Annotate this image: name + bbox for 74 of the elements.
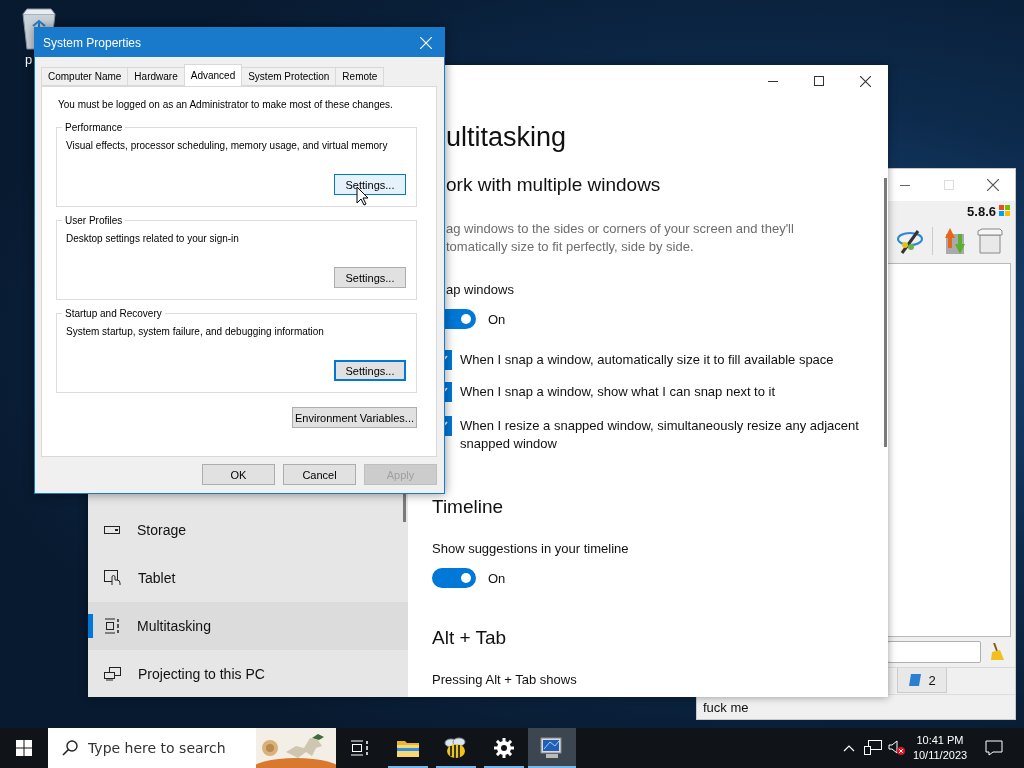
scrollbar-thumb[interactable] xyxy=(884,178,887,447)
toggle-switch[interactable] xyxy=(432,568,476,588)
bee-icon xyxy=(444,737,468,759)
description-text: tomatically size to fit perfectly, side by side. xyxy=(446,238,694,256)
checkbox-label: When I snap a window, show what I can snap next to it xyxy=(460,383,776,401)
dialog-title: System Properties xyxy=(43,35,142,50)
maximize-icon xyxy=(814,76,824,86)
checkbox-label: When I resize a snapped window, simultaneously resize any adjacent snapped window xyxy=(460,417,860,453)
setting-label: Show suggestions in your timeline xyxy=(432,540,629,558)
dialog-button[interactable]: OK xyxy=(202,464,275,485)
wand-icon[interactable] xyxy=(896,227,924,255)
settings-button[interactable]: Settings... xyxy=(334,360,406,381)
group-title: Performance xyxy=(64,121,124,134)
group-title: User Profiles xyxy=(64,214,124,227)
search-icon xyxy=(62,740,78,756)
tab[interactable]: System Protection xyxy=(241,67,337,86)
checkbox-label: When I snap a window, automatically size it to fill available space xyxy=(460,351,834,369)
flag-icon xyxy=(999,205,1011,217)
computer-icon xyxy=(540,737,564,759)
group-title: Startup and Recovery xyxy=(64,307,163,320)
toggle-state: On xyxy=(488,311,506,327)
environment-variables-button[interactable]: Environment Variables... xyxy=(292,407,417,428)
minimize-icon xyxy=(900,184,910,186)
broom-icon[interactable] xyxy=(989,643,1005,661)
search-bar[interactable]: Type here to search xyxy=(48,728,336,768)
projector-icon xyxy=(104,667,121,681)
notification-icon xyxy=(985,740,1003,756)
nav-item[interactable]: Projecting to this PC xyxy=(88,650,408,697)
close-icon xyxy=(859,75,871,87)
chevron-up-icon xyxy=(843,744,855,752)
scroll-icon xyxy=(908,673,923,687)
desktop-icon-label: p xyxy=(25,52,33,67)
network-icon xyxy=(864,740,882,756)
clock[interactable]: 10:41 PM 10/11/2023 xyxy=(909,733,971,763)
settings-icon xyxy=(494,738,514,758)
tab[interactable]: Remote xyxy=(335,67,385,86)
maximize-icon xyxy=(944,180,954,190)
settings-button[interactable]: Settings... xyxy=(334,267,406,288)
group-description: Visual effects, processor scheduling, memory usage, and virtual memory xyxy=(66,139,389,153)
windows-logo-icon xyxy=(16,740,32,756)
close-icon xyxy=(987,179,999,191)
tab[interactable]: Advanced xyxy=(183,64,243,86)
storage-icon xyxy=(104,526,120,534)
version-label: 5.8.6 xyxy=(967,203,996,219)
section-heading: Timeline xyxy=(432,495,504,519)
notice-text: You must be logged on as an Administrator to make most of these changes. xyxy=(58,98,394,112)
group-description: Desktop settings related to your sign-in xyxy=(66,232,240,246)
minimize-icon xyxy=(768,80,778,82)
section-heading: Alt + Tab xyxy=(432,626,507,650)
nav-item[interactable]: Storage xyxy=(88,506,408,554)
section-heading: ork with multiple windows xyxy=(446,173,661,197)
toggle-state: On xyxy=(488,570,506,586)
tablet-icon xyxy=(104,570,121,586)
multitasking-icon xyxy=(104,618,120,634)
group-description: System startup, system failure, and debugging information xyxy=(66,325,325,339)
setting-label: Pressing Alt + Tab shows xyxy=(432,671,577,689)
taskbar-app-button[interactable] xyxy=(528,728,576,768)
tab[interactable]: Computer Name xyxy=(41,67,129,86)
folder-icon xyxy=(397,739,419,757)
nav-item[interactable]: Tablet xyxy=(88,554,408,602)
network-button[interactable] xyxy=(861,740,885,756)
tab[interactable]: Hardware xyxy=(127,67,185,86)
page-title: ultitasking xyxy=(446,121,567,154)
setting-label: ap windows xyxy=(446,281,514,299)
dialog-button[interactable]: Cancel xyxy=(283,464,356,485)
speaker-muted-icon xyxy=(888,740,906,756)
task-view-icon xyxy=(351,740,369,756)
search-field[interactable]: Type here to search xyxy=(78,740,256,756)
input-field[interactable] xyxy=(887,641,981,663)
nav-item[interactable]: Multitasking xyxy=(88,602,408,650)
settings-button[interactable]: Settings... xyxy=(334,174,406,195)
close-icon xyxy=(420,36,432,49)
description-text: ag windows to the sides or corners of your screen and they'll xyxy=(446,220,794,238)
tab[interactable]: 2 xyxy=(897,668,947,693)
